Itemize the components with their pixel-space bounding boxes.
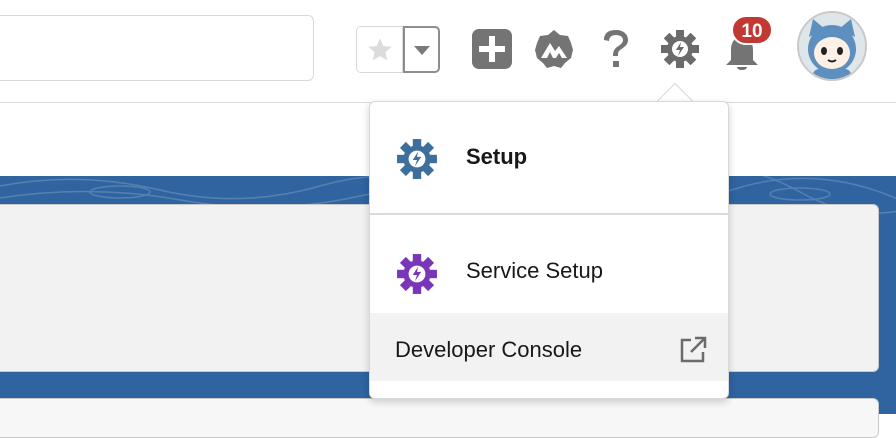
astro-avatar-icon — [808, 19, 856, 79]
menu-item-label: Developer Console — [395, 337, 583, 362]
setup-gear-icon — [397, 139, 437, 179]
content-card-secondary — [0, 398, 879, 438]
search-input[interactable] — [0, 15, 314, 81]
service-setup-gear-icon — [397, 254, 437, 294]
setup-menu: Setup Service Setup Developer Console — [369, 101, 729, 399]
favorite-button[interactable] — [356, 26, 403, 73]
notification-count-badge: 10 — [731, 15, 773, 45]
star-icon — [368, 38, 392, 61]
add-icon[interactable] — [471, 28, 513, 70]
gear-icon[interactable] — [660, 29, 700, 69]
chevron-down-icon — [414, 46, 430, 55]
help-icon[interactable] — [600, 28, 632, 70]
favorites-dropdown-button[interactable] — [403, 26, 440, 73]
menu-item-label: Service Setup — [466, 258, 603, 283]
user-avatar[interactable] — [797, 11, 867, 81]
menu-item-setup[interactable]: Setup — [370, 102, 728, 215]
menu-item-label: Setup — [466, 144, 528, 169]
trailhead-icon[interactable] — [533, 28, 575, 70]
global-header: 10 — [0, 0, 896, 103]
menu-item-developer-console[interactable]: Developer Console — [370, 313, 728, 381]
external-link-icon — [680, 336, 707, 363]
favorites-group — [356, 26, 440, 73]
menu-pointer — [654, 81, 694, 102]
menu-item-service-setup[interactable]: Service Setup — [370, 217, 728, 313]
